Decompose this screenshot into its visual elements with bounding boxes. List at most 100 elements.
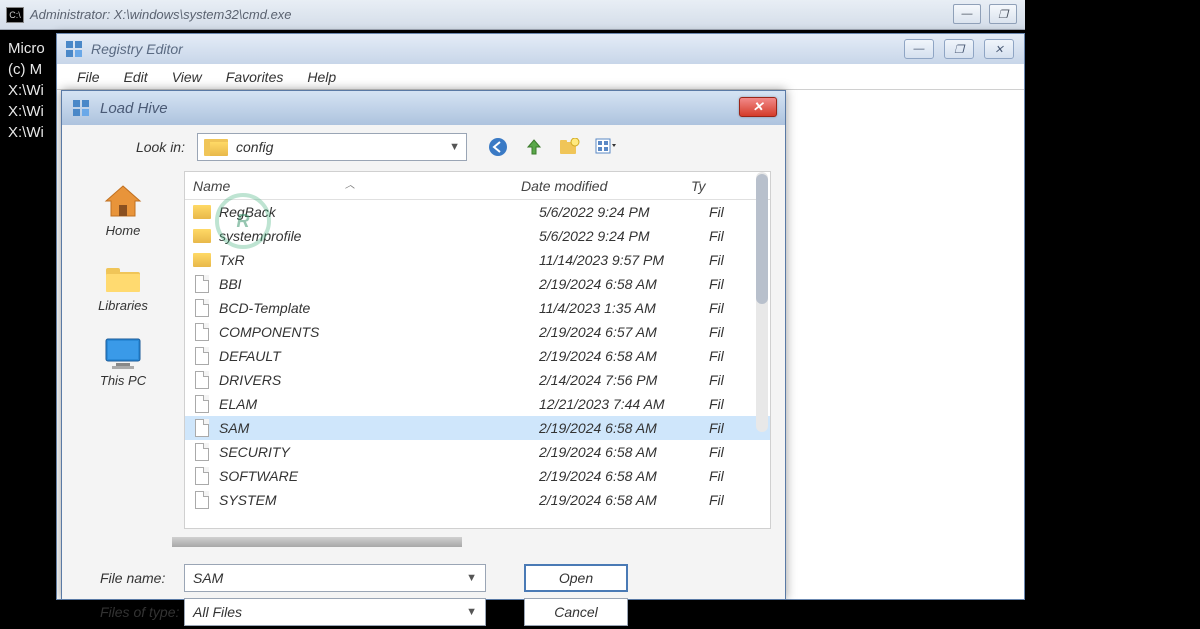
dialog-close-button[interactable]: ✕ (739, 97, 777, 117)
scrollbar-thumb[interactable] (756, 174, 768, 304)
open-button[interactable]: Open (524, 564, 628, 592)
sidebar-label: Home (106, 223, 141, 238)
file-date: 2/14/2024 7:56 PM (539, 372, 709, 388)
lookin-dropdown[interactable]: config ▼ (197, 133, 467, 161)
file-name: TxR (219, 252, 539, 268)
file-row[interactable]: COMPONENTS2/19/2024 6:57 AMFil (185, 320, 770, 344)
regedit-minimize-button[interactable]: — (904, 39, 934, 59)
file-type: Fil (709, 300, 749, 316)
file-date: 11/4/2023 1:35 AM (539, 300, 709, 316)
folder-icon (204, 139, 228, 156)
nav-up-icon[interactable] (523, 136, 545, 158)
filetype-dropdown[interactable]: All Files ▼ (184, 598, 486, 626)
file-icon (195, 371, 209, 389)
folder-icon (193, 205, 211, 219)
places-sidebar: Home Libraries This PC (62, 169, 184, 529)
file-icon (195, 467, 209, 485)
file-icon (195, 419, 209, 437)
sidebar-item-thispc[interactable]: This PC (100, 337, 146, 388)
file-type: Fil (709, 468, 749, 484)
nav-viewmenu-icon[interactable] (595, 136, 617, 158)
column-type[interactable]: Ty (691, 178, 731, 194)
cmd-minimize-button[interactable]: — (953, 4, 981, 24)
nav-newfolder-icon[interactable] (559, 136, 581, 158)
home-icon (102, 183, 144, 219)
cancel-button[interactable]: Cancel (524, 598, 628, 626)
dialog-toolbar: Look in: config ▼ (62, 125, 785, 169)
cmd-titlebar[interactable]: C:\ Administrator: X:\windows\system32\c… (0, 0, 1025, 30)
folder-icon (193, 253, 211, 267)
file-type: Fil (709, 324, 749, 340)
file-row[interactable]: DEFAULT2/19/2024 6:58 AMFil (185, 344, 770, 368)
horizontal-scrollbar[interactable] (172, 537, 462, 547)
file-name: ELAM (219, 396, 539, 412)
file-row[interactable]: BBI2/19/2024 6:58 AMFil (185, 272, 770, 296)
dialog-icon (72, 99, 90, 117)
file-type: Fil (709, 396, 749, 412)
libraries-icon (102, 262, 144, 294)
menu-view[interactable]: View (160, 66, 214, 88)
file-type: Fil (709, 492, 749, 508)
file-name: RegBack (219, 204, 539, 220)
file-icon (195, 395, 209, 413)
filename-input[interactable]: SAM ▼ (184, 564, 486, 592)
file-type: Fil (709, 276, 749, 292)
file-row[interactable]: SOFTWARE2/19/2024 6:58 AMFil (185, 464, 770, 488)
file-row[interactable]: DRIVERS2/14/2024 7:56 PMFil (185, 368, 770, 392)
file-name: COMPONENTS (219, 324, 539, 340)
file-icon (195, 323, 209, 341)
menu-file[interactable]: File (65, 66, 112, 88)
column-name[interactable]: Name (193, 178, 521, 194)
chevron-down-icon: ▼ (449, 141, 460, 153)
file-name: SYSTEM (219, 492, 539, 508)
file-type: Fil (709, 348, 749, 364)
column-headers[interactable]: Name Date modified Ty ︿ (185, 172, 770, 200)
file-row[interactable]: RegBack5/6/2022 9:24 PMFil (185, 200, 770, 224)
dialog-titlebar[interactable]: Load Hive ✕ (62, 91, 785, 125)
file-name: BCD-Template (219, 300, 539, 316)
menu-help[interactable]: Help (295, 66, 348, 88)
regedit-maximize-button[interactable]: ❐ (944, 39, 974, 59)
file-row[interactable]: systemprofile5/6/2022 9:24 PMFil (185, 224, 770, 248)
thispc-icon (102, 337, 144, 369)
cmd-maximize-button[interactable]: ❐ (989, 4, 1017, 24)
filename-value: SAM (193, 570, 223, 586)
file-type: Fil (709, 228, 749, 244)
nav-back-icon[interactable] (487, 136, 509, 158)
file-row[interactable]: TxR11/14/2023 9:57 PMFil (185, 248, 770, 272)
file-type: Fil (709, 204, 749, 220)
sidebar-label: This PC (100, 373, 146, 388)
column-date[interactable]: Date modified (521, 178, 691, 194)
file-type: Fil (709, 252, 749, 268)
file-name: DRIVERS (219, 372, 539, 388)
file-row[interactable]: SECURITY2/19/2024 6:58 AMFil (185, 440, 770, 464)
file-date: 2/19/2024 6:58 AM (539, 276, 709, 292)
file-row[interactable]: SAM2/19/2024 6:58 AMFil (185, 416, 770, 440)
menu-favorites[interactable]: Favorites (214, 66, 296, 88)
file-date: 2/19/2024 6:58 AM (539, 492, 709, 508)
dialog-title-text: Load Hive (100, 100, 168, 117)
file-list[interactable]: RegBack5/6/2022 9:24 PMFilsystemprofile5… (185, 200, 770, 528)
filetype-value: All Files (193, 604, 242, 620)
file-row[interactable]: ELAM12/21/2023 7:44 AMFil (185, 392, 770, 416)
sidebar-label: Libraries (98, 298, 148, 313)
sidebar-item-libraries[interactable]: Libraries (98, 262, 148, 313)
lookin-label: Look in: (82, 139, 197, 155)
filename-label: File name: (76, 570, 184, 586)
file-date: 5/6/2022 9:24 PM (539, 204, 709, 220)
file-type: Fil (709, 444, 749, 460)
regedit-titlebar[interactable]: Registry Editor — ❐ ✕ (57, 34, 1024, 64)
folder-icon (193, 229, 211, 243)
menu-edit[interactable]: Edit (112, 66, 160, 88)
file-row[interactable]: SYSTEM2/19/2024 6:58 AMFil (185, 488, 770, 512)
load-hive-dialog: Load Hive ✕ Look in: config ▼ Home Libra… (61, 90, 786, 600)
file-row[interactable]: BCD-Template11/4/2023 1:35 AMFil (185, 296, 770, 320)
file-list-panel: Name Date modified Ty ︿ RegBack5/6/2022 … (184, 171, 771, 529)
sidebar-item-home[interactable]: Home (102, 183, 144, 238)
regedit-close-button[interactable]: ✕ (984, 39, 1014, 59)
lookin-value: config (236, 139, 273, 155)
file-date: 5/6/2022 9:24 PM (539, 228, 709, 244)
dialog-bottom: File name: SAM ▼ Open Files of type: All… (62, 547, 785, 629)
file-type: Fil (709, 420, 749, 436)
file-date: 2/19/2024 6:58 AM (539, 420, 709, 436)
